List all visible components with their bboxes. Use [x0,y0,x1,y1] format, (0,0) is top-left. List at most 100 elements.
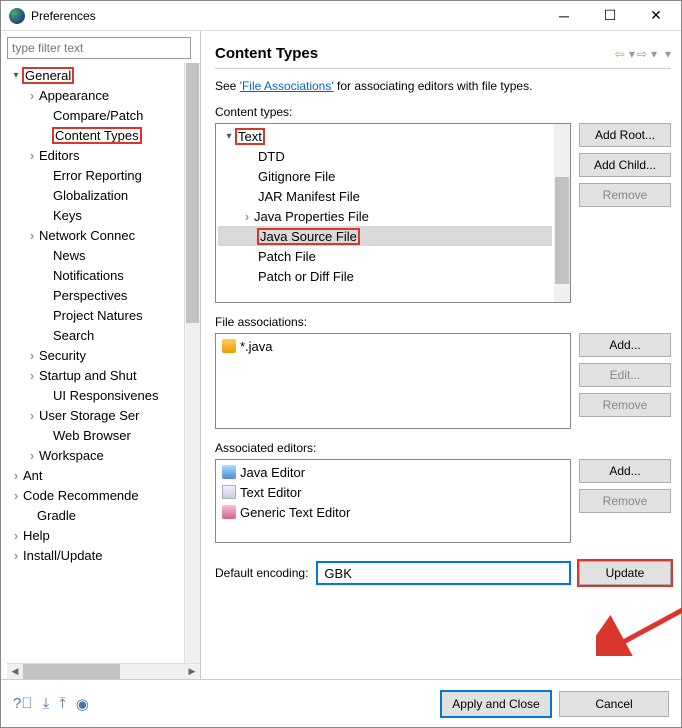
ct-item-java-source[interactable]: Java Source File [218,226,552,246]
chevron-right-icon[interactable] [9,488,23,503]
tree-label: Keys [53,208,82,223]
tree-item-ant[interactable]: Ant [7,465,184,485]
add-root-button[interactable]: Add Root... [579,123,671,147]
tree-item-code[interactable]: Code Recommende [7,485,184,505]
tree-item-notifications[interactable]: Notifications [7,265,184,285]
chevron-right-icon[interactable] [9,548,23,563]
tree-item-gradle[interactable]: Gradle [7,505,184,525]
tree-item-content-types[interactable]: Content Types [7,125,184,145]
default-encoding-input[interactable] [316,561,571,585]
nav-hscrollbar[interactable]: ◀ ▶ [7,663,200,679]
export-icon[interactable]: ⤒ [59,695,66,713]
ct-label: Java Source File [258,229,359,244]
record-icon[interactable]: ◉ [76,695,89,713]
ct-item[interactable]: Patch File [218,246,552,266]
assoc-editors-list[interactable]: Java Editor Text Editor Generic Text Edi… [215,459,571,543]
minimize-button[interactable]: ─ [541,1,587,31]
ct-item[interactable]: DTD [218,146,552,166]
tree-item-error[interactable]: Error Reporting [7,165,184,185]
tree-item-install[interactable]: Install/Update [7,545,184,565]
ct-item-text[interactable]: Text [218,126,552,146]
maximize-button[interactable]: ☐ [587,1,633,31]
chevron-right-icon[interactable] [25,228,39,243]
chevron-right-icon[interactable] [25,368,39,383]
add-child-button[interactable]: Add Child... [579,153,671,177]
ct-item-java-props[interactable]: Java Properties File [218,206,552,226]
tree-label: Globalization [53,188,128,203]
tree-item-startup[interactable]: Startup and Shut [7,365,184,385]
ct-label: Text [236,129,264,144]
tree-item-search[interactable]: Search [7,325,184,345]
add-button[interactable]: Add... [579,333,671,357]
content-types-tree[interactable]: Text DTD Gitignore File JAR Manifest Fil… [215,123,571,303]
text-icon [222,485,236,499]
tree-item-network[interactable]: Network Connec [7,225,184,245]
nav-tree[interactable]: General Appearance Compare/Patch Content… [7,63,184,663]
cancel-button[interactable]: Cancel [559,691,669,717]
remove-button[interactable]: Remove [579,183,671,207]
menu-icon[interactable]: ▾ [665,47,671,61]
ct-scrollbar[interactable] [554,124,570,302]
scrollbar-thumb[interactable] [555,177,569,284]
scrollbar-thumb[interactable] [186,63,199,323]
file-assoc-label: File associations: [215,315,671,329]
file-assoc-item[interactable]: *.java [218,336,568,356]
tree-item-perspectives[interactable]: Perspectives [7,285,184,305]
tree-item-general[interactable]: General [7,65,184,85]
editor-icon [222,465,236,479]
ct-item[interactable]: JAR Manifest File [218,186,552,206]
add-button[interactable]: Add... [579,459,671,483]
ct-label: Java Properties File [254,209,369,224]
close-button[interactable]: ✕ [633,1,679,31]
tree-item-security[interactable]: Security [7,345,184,365]
tree-item-news[interactable]: News [7,245,184,265]
nav-scrollbar[interactable] [184,63,200,663]
file-associations-link[interactable]: 'File Associations' [240,79,334,93]
tree-label: Startup and Shut [39,368,137,383]
edit-button[interactable]: Edit... [579,363,671,387]
chevron-right-icon[interactable] [25,348,39,363]
tree-item-web-browser[interactable]: Web Browser [7,425,184,445]
tree-item-help[interactable]: Help [7,525,184,545]
chevron-right-icon[interactable] [25,88,39,103]
help-icon[interactable]: ?⃝ [13,695,33,713]
tree-item-globalization[interactable]: Globalization [7,185,184,205]
tree-label: Perspectives [53,288,127,303]
tree-item-workspace[interactable]: Workspace [7,445,184,465]
back-menu[interactable]: ▾ [629,47,635,61]
remove-button[interactable]: Remove [579,489,671,513]
ct-item[interactable]: Patch or Diff File [218,266,552,286]
tree-item-compare[interactable]: Compare/Patch [7,105,184,125]
editor-item[interactable]: Generic Text Editor [218,502,568,522]
tree-item-appearance[interactable]: Appearance [7,85,184,105]
update-button[interactable]: Update [579,561,671,585]
chevron-right-icon[interactable] [240,209,254,224]
ct-item[interactable]: Gitignore File [218,166,552,186]
tree-item-ui-resp[interactable]: UI Responsivenes [7,385,184,405]
tree-label: UI Responsivenes [53,388,159,403]
chevron-down-icon[interactable] [9,70,23,81]
chevron-right-icon[interactable] [9,468,23,483]
editor-item[interactable]: Text Editor [218,482,568,502]
import-icon[interactable]: ⤓ [43,695,50,713]
editor-item[interactable]: Java Editor [218,462,568,482]
chevron-right-icon[interactable] [25,448,39,463]
chevron-right-icon[interactable] [25,408,39,423]
tree-item-project-natures[interactable]: Project Natures [7,305,184,325]
forward-menu[interactable]: ▾ [651,47,657,61]
file-assoc-list[interactable]: *.java [215,333,571,429]
apply-close-button[interactable]: Apply and Close [441,691,551,717]
filter-input[interactable] [7,37,191,59]
tree-item-editors[interactable]: Editors [7,145,184,165]
chevron-right-icon[interactable] [25,148,39,163]
tree-item-keys[interactable]: Keys [7,205,184,225]
chevron-down-icon[interactable] [222,131,236,142]
nav-pane: General Appearance Compare/Patch Content… [1,31,201,679]
forward-button[interactable]: ⇨ [637,47,647,61]
tree-item-user-storage[interactable]: User Storage Ser [7,405,184,425]
ct-label: Patch or Diff File [258,269,354,284]
back-button[interactable]: ⇦ [615,47,625,61]
remove-button[interactable]: Remove [579,393,671,417]
chevron-right-icon[interactable] [9,528,23,543]
page-title: Content Types [215,45,615,62]
